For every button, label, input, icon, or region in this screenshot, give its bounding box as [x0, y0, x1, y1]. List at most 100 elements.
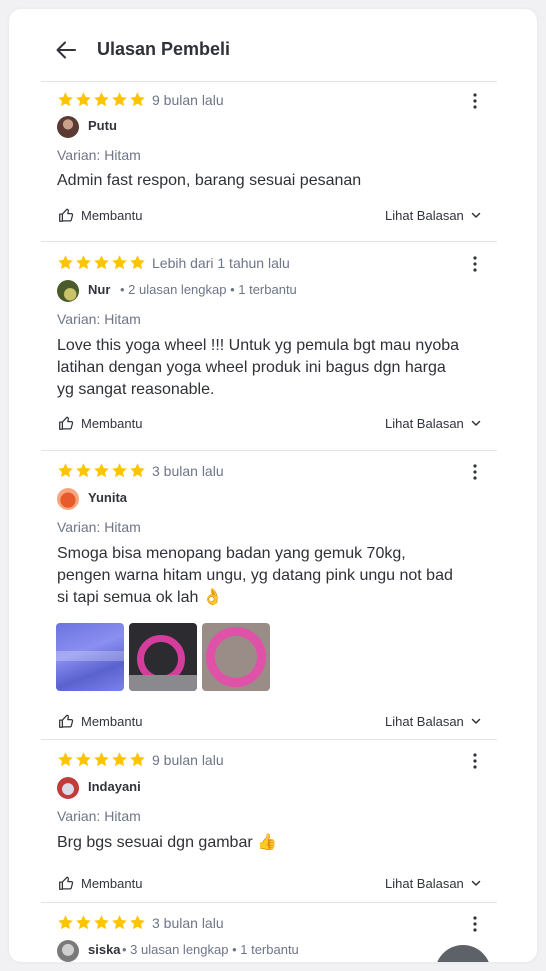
- see-replies-button[interactable]: Lihat Balasan: [385, 413, 482, 433]
- review-time: 3 bulan lalu: [152, 915, 224, 931]
- star-icon: [129, 751, 146, 768]
- star-icon: [93, 914, 110, 931]
- review-time: 9 bulan lalu: [152, 752, 224, 768]
- star-icon: [111, 254, 128, 271]
- star-rating: [57, 751, 146, 769]
- avatar: [57, 280, 79, 302]
- star-icon: [129, 914, 146, 931]
- kebab-menu-icon[interactable]: [467, 255, 483, 273]
- variant-label: Varian: Hitam: [57, 311, 141, 327]
- variant-label: Varian: Hitam: [57, 808, 141, 824]
- review-time: Lebih dari 1 tahun lalu: [152, 255, 290, 271]
- kebab-menu-icon[interactable]: [467, 915, 483, 933]
- review-text-line: Smoga bisa menopang badan yang gemuk 70k…: [57, 545, 406, 562]
- review-time: 3 bulan lalu: [152, 463, 224, 479]
- star-icon: [57, 462, 74, 479]
- review-item: Lebih dari 1 tahun lalu Nur • 2 ulasan l…: [41, 242, 497, 451]
- back-button[interactable]: [53, 37, 79, 63]
- star-rating: [57, 91, 146, 109]
- see-replies-label: Lihat Balasan: [385, 415, 464, 431]
- star-rating: [57, 254, 146, 272]
- kebab-menu-icon[interactable]: [467, 463, 483, 481]
- review-text-line: latihan dengan yoga wheel produk ini bag…: [57, 359, 446, 376]
- star-icon: [57, 751, 74, 768]
- review-text: Love this yoga wheel !!! Untuk yg pemula…: [57, 335, 487, 401]
- star-icon: [93, 254, 110, 271]
- reviews-panel: Ulasan Pembeli 9 bulan lalu Putu Varian:…: [9, 9, 537, 962]
- thumbs-up-icon: [57, 712, 75, 730]
- review-text-line: Love this yoga wheel !!! Untuk yg pemula…: [57, 337, 460, 354]
- star-rating: [57, 914, 146, 932]
- avatar: [57, 940, 79, 962]
- star-icon: [111, 751, 128, 768]
- review-text-line: pengen warna hitam ungu, yg datang pink …: [57, 567, 453, 584]
- see-replies-button[interactable]: Lihat Balasan: [385, 873, 482, 893]
- reviewer-stats: • 2 ulasan lengkap • 1 terbantu: [120, 282, 297, 297]
- see-replies-label: Lihat Balasan: [385, 207, 464, 223]
- thumbs-up-icon: [57, 414, 75, 432]
- chevron-down-icon: [470, 209, 482, 221]
- reviewer-name: Yunita: [88, 490, 128, 505]
- review-text: Admin fast respon, barang sesuai pesanan: [57, 172, 362, 189]
- see-replies-button[interactable]: Lihat Balasan: [385, 711, 482, 731]
- star-icon: [129, 462, 146, 479]
- star-icon: [57, 914, 74, 931]
- page-title: Ulasan Pembeli: [97, 39, 231, 59]
- chevron-down-icon: [470, 877, 482, 889]
- back-arrow-icon: [56, 41, 76, 59]
- star-icon: [129, 91, 146, 108]
- review-item: 9 bulan lalu Indayani Varian: Hitam Brg …: [41, 740, 497, 903]
- helpful-label: Membantu: [81, 713, 143, 729]
- star-icon: [111, 91, 128, 108]
- star-icon: [75, 751, 92, 768]
- star-icon: [75, 462, 92, 479]
- header: Ulasan Pembeli: [41, 9, 497, 82]
- review-text-line: si tapi semua ok lah 👌: [57, 589, 223, 606]
- star-icon: [93, 91, 110, 108]
- star-icon: [75, 91, 92, 108]
- helpful-button[interactable]: Membantu: [57, 711, 142, 731]
- star-icon: [111, 462, 128, 479]
- kebab-menu-icon[interactable]: [467, 92, 483, 110]
- chevron-down-icon: [470, 715, 482, 727]
- avatar: [57, 116, 79, 138]
- star-icon: [93, 751, 110, 768]
- reviewer-name: Nur: [88, 282, 111, 297]
- review-item: 3 bulan lalu Yunita Varian: Hitam Smoga …: [41, 451, 497, 740]
- kebab-menu-icon[interactable]: [467, 752, 483, 770]
- helpful-label: Membantu: [81, 415, 143, 431]
- helpful-label: Membantu: [81, 207, 143, 223]
- see-replies-label: Lihat Balasan: [385, 713, 464, 729]
- review-text-line: yg sangat reasonable.: [57, 381, 215, 398]
- review-time: 9 bulan lalu: [152, 92, 224, 108]
- chevron-down-icon: [470, 417, 482, 429]
- star-icon: [111, 914, 128, 931]
- pink-wheel-closeup-photo[interactable]: [202, 623, 270, 691]
- reviewer-stats: • 3 ulasan lengkap • 1 terbantu: [122, 942, 299, 957]
- variant-label: Varian: Hitam: [57, 519, 141, 535]
- reviewer-name: Putu: [88, 118, 117, 133]
- see-replies-label: Lihat Balasan: [385, 875, 464, 891]
- review-text: Smoga bisa menopang badan yang gemuk 70k…: [57, 543, 487, 609]
- avatar: [57, 488, 79, 510]
- see-replies-button[interactable]: Lihat Balasan: [385, 205, 482, 225]
- star-icon: [93, 462, 110, 479]
- helpful-label: Membantu: [81, 875, 143, 891]
- reviewer-name: Indayani: [88, 779, 141, 794]
- thumbs-up-icon: [57, 206, 75, 224]
- helpful-button[interactable]: Membantu: [57, 413, 142, 433]
- avatar: [57, 777, 79, 799]
- helpful-button[interactable]: Membantu: [57, 205, 142, 225]
- helpful-button[interactable]: Membantu: [57, 873, 142, 893]
- review-text: Brg bgs sesuai dgn gambar 👍: [57, 834, 278, 851]
- star-icon: [57, 91, 74, 108]
- review-item: 3 bulan lalu siska • 3 ulasan lengkap • …: [41, 903, 497, 962]
- star-icon: [75, 914, 92, 931]
- star-icon: [129, 254, 146, 271]
- reviewer-name: siska: [88, 942, 121, 957]
- pink-wheel-photo[interactable]: [129, 623, 197, 691]
- purple-mat-photo[interactable]: [56, 623, 124, 691]
- star-icon: [57, 254, 74, 271]
- variant-label: Varian: Hitam: [57, 147, 141, 163]
- star-icon: [75, 254, 92, 271]
